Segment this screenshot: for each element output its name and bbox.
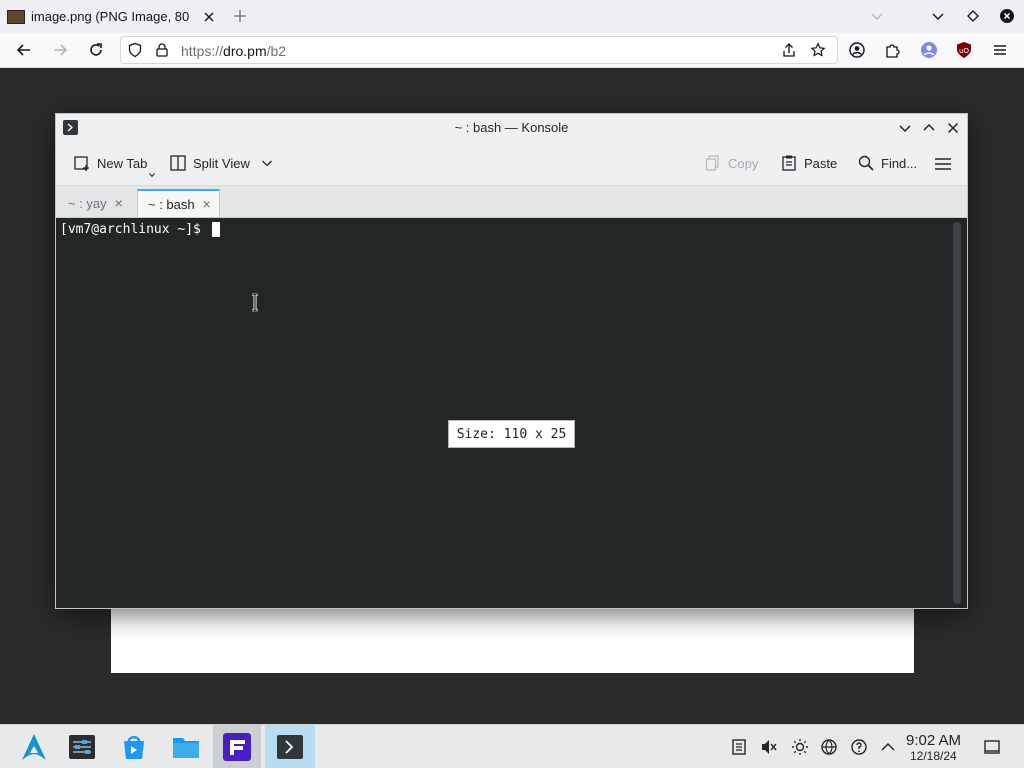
clock-time[interactable]: 9:02 AM [906,732,961,749]
window-titlebar[interactable]: ~ : bash — Konsole [56,114,967,142]
dolphin-icon[interactable] [162,725,210,768]
text-cursor [212,222,220,237]
background-image-preview [111,598,914,673]
new-tab-label: New Tab [97,155,148,171]
url-bar[interactable]: https://dro.pm/b2 [120,36,838,64]
browser-tab-strip: image.png (PNG Image, 80 [0,0,1024,33]
system-tray-expand-icon[interactable] [879,738,897,756]
bookmark-star-icon[interactable] [810,42,826,58]
find-button[interactable]: Find... [857,154,917,172]
taskbar: 9:02 AM 12/18/24 [0,724,1024,768]
new-tab-dropdown-arrow-icon[interactable] [149,172,155,178]
svg-text:uO: uO [959,47,969,55]
url-scheme: https:// [181,43,224,59]
tab-yay[interactable]: ~ : yay × [58,189,135,217]
browser-tab-title: image.png (PNG Image, 80 [31,9,190,24]
system-settings-icon[interactable] [58,725,106,768]
terminal-view[interactable]: [vm7@archlinux ~]$ Size: 110 x 25 [56,218,967,608]
network-globe-icon[interactable] [820,738,838,756]
konsole-icon[interactable] [265,725,315,768]
tab-close-icon[interactable]: × [203,196,211,212]
tab-favicon-icon [7,9,25,24]
split-view-button[interactable]: Split View [169,154,274,172]
hamburger-menu-icon[interactable] [991,41,1009,59]
konsole-tab-bar: ~ : yay × ~ : bash × [56,186,967,218]
share-icon[interactable] [781,42,797,58]
copy-label: Copy [728,155,759,171]
paste-icon [782,155,796,171]
terminal-size-popup: Size: 110 x 25 [448,420,575,448]
tab-bash-label: ~ : bash [148,196,195,212]
help-icon[interactable] [850,738,868,756]
new-tab-icon[interactable] [232,8,248,24]
maximize-icon[interactable] [921,120,937,136]
account-icon[interactable] [848,41,866,59]
show-desktop-icon[interactable] [983,738,1001,756]
discover-icon[interactable] [110,725,158,768]
brightness-icon[interactable] [791,738,809,756]
window-close-icon[interactable] [999,8,1015,24]
paste-label: Paste [804,155,838,171]
new-tab-button[interactable]: New Tab [73,154,147,172]
back-icon[interactable] [15,41,33,59]
shield-icon[interactable] [127,42,143,58]
clipboard-icon[interactable] [730,738,748,756]
extensions-icon[interactable] [884,41,902,59]
copy-icon [705,155,719,171]
minimize-icon[interactable] [897,120,913,136]
close-icon[interactable] [945,120,961,136]
hamburger-menu-icon[interactable] [934,155,952,173]
tab-close-icon[interactable] [201,9,217,25]
window-title: ~ : bash — Konsole [454,120,569,135]
window-minimize-icon[interactable] [930,8,946,24]
url-path: /b2 [266,43,287,59]
tab-bash[interactable]: ~ : bash × [137,189,220,217]
tab-close-icon[interactable]: × [115,195,123,211]
paste-button[interactable]: Paste [780,154,837,172]
window-maximize-icon[interactable] [965,8,981,24]
ibeam-cursor-icon [252,293,258,312]
search-icon [858,155,874,171]
split-view-label: Split View [193,155,250,171]
chevron-down-icon [261,160,272,167]
new-tab-icon [74,156,89,171]
lock-icon[interactable] [154,42,170,58]
clock-date[interactable]: 12/18/24 [910,749,957,763]
tab-list-chevron-icon[interactable] [869,8,885,24]
forward-icon[interactable] [51,41,69,59]
terminal-scrollbar[interactable] [953,222,961,604]
ublock-origin-icon[interactable]: uO [955,41,973,59]
find-label: Find... [881,155,918,171]
reload-icon[interactable] [87,41,105,59]
foot-terminal-icon[interactable] [213,725,261,768]
tab-yay-label: ~ : yay [68,195,107,211]
url-text[interactable]: https://dro.pm/b2 [181,43,286,59]
application-launcher-icon[interactable] [10,725,58,768]
konsole-window: ~ : bash — Konsole New Tab Split View Co… [55,113,968,609]
volume-muted-icon[interactable] [760,738,778,756]
profile-avatar-icon[interactable] [920,41,938,59]
browser-navbar: https://dro.pm/b2 uO [0,33,1024,68]
split-view-icon [170,155,186,171]
shell-prompt: [vm7@archlinux ~]$ [60,222,209,237]
copy-button[interactable]: Copy [704,154,758,172]
url-host: dro.pm [223,43,267,59]
konsole-toolbar: New Tab Split View Copy Paste Find... [56,142,967,186]
browser-tab[interactable]: image.png (PNG Image, 80 [0,0,224,33]
